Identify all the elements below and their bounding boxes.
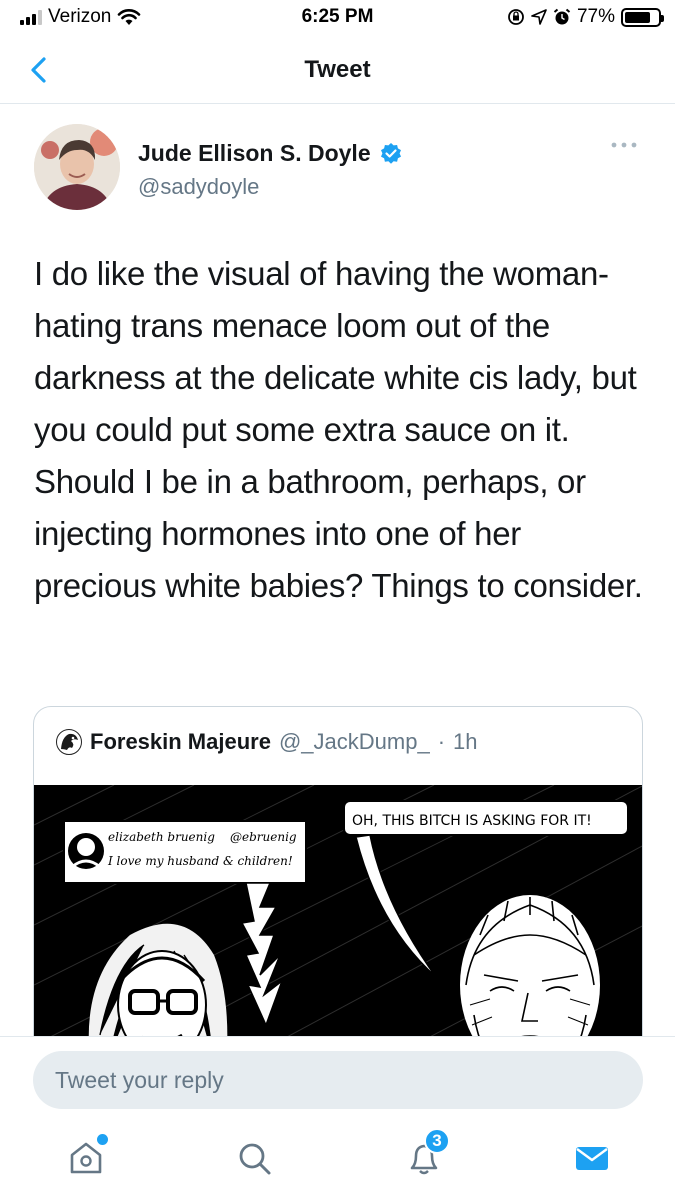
reply-bar [0,1036,675,1124]
reply-input[interactable] [33,1051,643,1109]
notifications-badge: 3 [424,1128,450,1154]
page-title: Tweet [304,56,371,83]
quoted-tweet-header: Foreskin Majeure @_JackDump_ · 1h [56,729,478,755]
author-name[interactable]: Jude Ellison S. Doyle [138,140,371,167]
battery-fill [625,11,650,23]
comic-caption-name: elizabeth bruenig [108,830,215,844]
more-options-icon[interactable] [610,140,638,150]
mail-icon [576,1147,608,1170]
author-handle[interactable]: @sadydoyle [138,174,259,200]
verified-badge-icon [380,142,401,164]
alarm-icon [553,8,571,25]
comic-speech: OH, THIS BITCH IS ASKING FOR IT! [352,813,592,829]
home-notification-dot [97,1134,108,1145]
status-bar: Verizon 6:25 PM 77% [0,0,675,36]
tab-bar: 3 [0,1124,675,1200]
search-icon [239,1143,271,1175]
tweet-text: I do like the visual of having the woman… [34,255,643,604]
author-name-row: Jude Ellison S. Doyle [138,140,403,167]
status-bar-right: 77% [507,6,664,28]
orientation-lock-icon [508,9,524,25]
location-icon [531,9,547,25]
quoted-time: 1h [453,729,478,754]
battery-icon [621,7,664,27]
tab-notifications[interactable]: 3 [400,1128,450,1182]
tab-search[interactable] [230,1134,278,1182]
avatar[interactable] [34,124,120,210]
tab-home[interactable] [62,1134,110,1182]
quoted-author-avatar[interactable] [56,729,82,755]
quoted-author-handle: @_JackDump_ [278,729,430,754]
battery-percent: 77% [576,6,615,27]
tab-messages[interactable] [568,1134,616,1182]
quoted-separator: · [437,729,446,754]
quoted-author-name: Foreskin Majeure [90,729,271,754]
comic-caption-bio: I love my husband & children! [107,854,293,868]
nav-bar: Tweet [0,36,675,104]
quoted-tweet[interactable]: Foreskin Majeure @_JackDump_ · 1h elizab… [33,706,643,1086]
comic-caption-handle: @ebruenig [230,830,297,844]
tweet-author[interactable]: Jude Ellison S. Doyle @sadydoyle [34,124,644,218]
